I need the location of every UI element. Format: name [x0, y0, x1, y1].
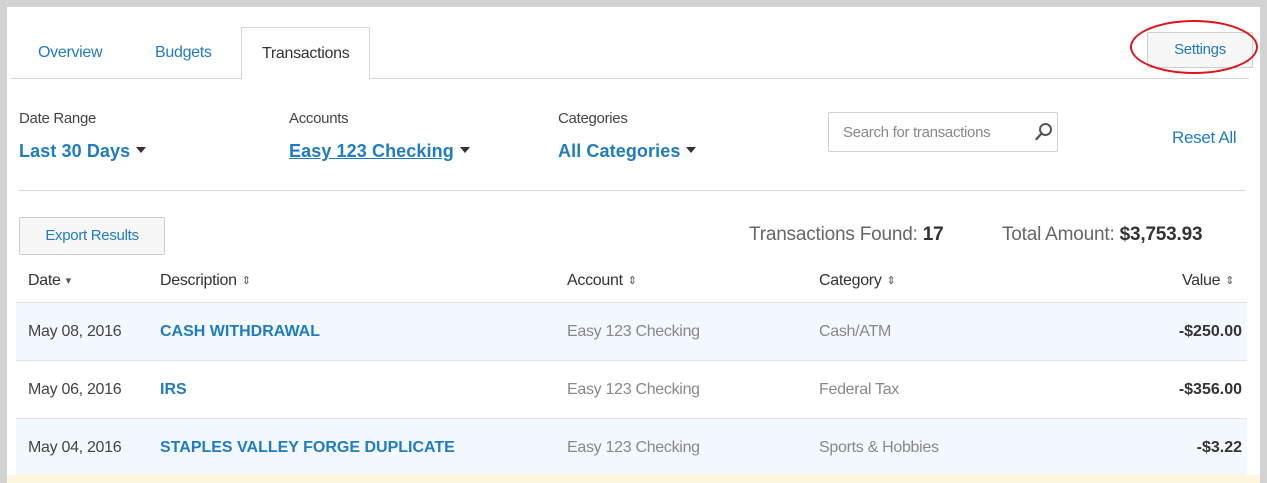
row-description-link[interactable]: STAPLES VALLEY FORGE DUPLICATE: [160, 419, 455, 477]
tab-budgets[interactable]: Budgets: [155, 27, 212, 79]
transactions-found-count: 17: [922, 224, 944, 245]
caret-down-icon: [686, 147, 697, 154]
divider: [18, 190, 1246, 191]
row-account: Easy 123 Checking: [567, 381, 700, 398]
categories-label: Categories: [558, 110, 628, 127]
column-header-label: Date: [28, 272, 61, 289]
row-date: May 06, 2016: [28, 381, 122, 398]
categories-dropdown[interactable]: All Categories: [558, 141, 697, 162]
table-row[interactable]: May 04, 2016 STAPLES VALLEY FORGE DUPLIC…: [16, 418, 1247, 476]
row-value: -$3.22: [1196, 439, 1242, 456]
column-header-label: Category: [819, 272, 882, 289]
sort-both-icon: ⇕: [241, 275, 251, 288]
column-header-account[interactable]: Account ⇕: [567, 272, 637, 290]
row-date: May 08, 2016: [28, 323, 122, 340]
table-row-partial: [7, 475, 1260, 483]
tab-bar: Overview Budgets Transactions Settings: [11, 27, 1253, 80]
table-row[interactable]: May 08, 2016 CASH WITHDRAWAL Easy 123 Ch…: [16, 302, 1247, 360]
row-category: Sports & Hobbies: [819, 439, 939, 456]
column-header-category[interactable]: Category ⇕: [819, 272, 896, 290]
tab-transactions[interactable]: Transactions: [241, 27, 371, 80]
row-description-link[interactable]: IRS: [160, 361, 187, 419]
sort-desc-icon: ▾: [65, 275, 72, 288]
tab-overview[interactable]: Overview: [38, 27, 103, 79]
transactions-found-label: Transactions Found:: [749, 224, 918, 245]
row-date: May 04, 2016: [28, 439, 122, 456]
sort-both-icon: ⇕: [627, 275, 637, 288]
row-account: Easy 123 Checking: [567, 323, 700, 340]
date-range-dropdown[interactable]: Last 30 Days: [19, 141, 147, 162]
row-description-link[interactable]: CASH WITHDRAWAL: [160, 303, 320, 361]
total-amount-value: $3,753.93: [1119, 224, 1203, 245]
settings-button[interactable]: Settings: [1147, 32, 1253, 68]
row-account: Easy 123 Checking: [567, 439, 700, 456]
search-icon[interactable]: [1035, 122, 1053, 142]
date-range-value: Last 30 Days: [19, 141, 131, 161]
table-row[interactable]: May 06, 2016 IRS Easy 123 Checking Feder…: [16, 360, 1247, 418]
total-amount: Total Amount: $3,753.93: [1002, 224, 1203, 246]
sort-both-icon: ⇕: [886, 275, 896, 288]
row-category: Federal Tax: [819, 381, 900, 398]
column-header-label: Value: [1182, 272, 1221, 289]
search-input[interactable]: [843, 122, 1028, 142]
accounts-dropdown[interactable]: Easy 123 Checking: [289, 141, 470, 162]
search-box: [828, 112, 1058, 152]
column-header-date[interactable]: Date ▾: [28, 272, 71, 290]
caret-down-icon: [459, 147, 470, 154]
sort-both-icon: ⇕: [1225, 275, 1235, 288]
column-header-label: Description: [160, 272, 237, 289]
categories-value: All Categories: [558, 141, 681, 161]
column-header-description[interactable]: Description ⇕: [160, 272, 251, 290]
accounts-value: Easy 123 Checking: [289, 141, 454, 161]
column-header-label: Account: [567, 272, 623, 289]
row-category: Cash/ATM: [819, 323, 891, 340]
total-amount-label: Total Amount:: [1002, 224, 1115, 245]
row-value: -$250.00: [1178, 323, 1242, 340]
reset-all-link[interactable]: Reset All: [1172, 128, 1237, 148]
row-value: -$356.00: [1178, 381, 1242, 398]
column-header-value[interactable]: Value ⇕: [1182, 272, 1234, 290]
transactions-found: Transactions Found: 17: [749, 224, 944, 246]
date-range-label: Date Range: [19, 110, 97, 127]
export-results-button[interactable]: Export Results: [19, 217, 165, 255]
caret-down-icon: [136, 147, 147, 154]
accounts-label: Accounts: [289, 110, 349, 127]
